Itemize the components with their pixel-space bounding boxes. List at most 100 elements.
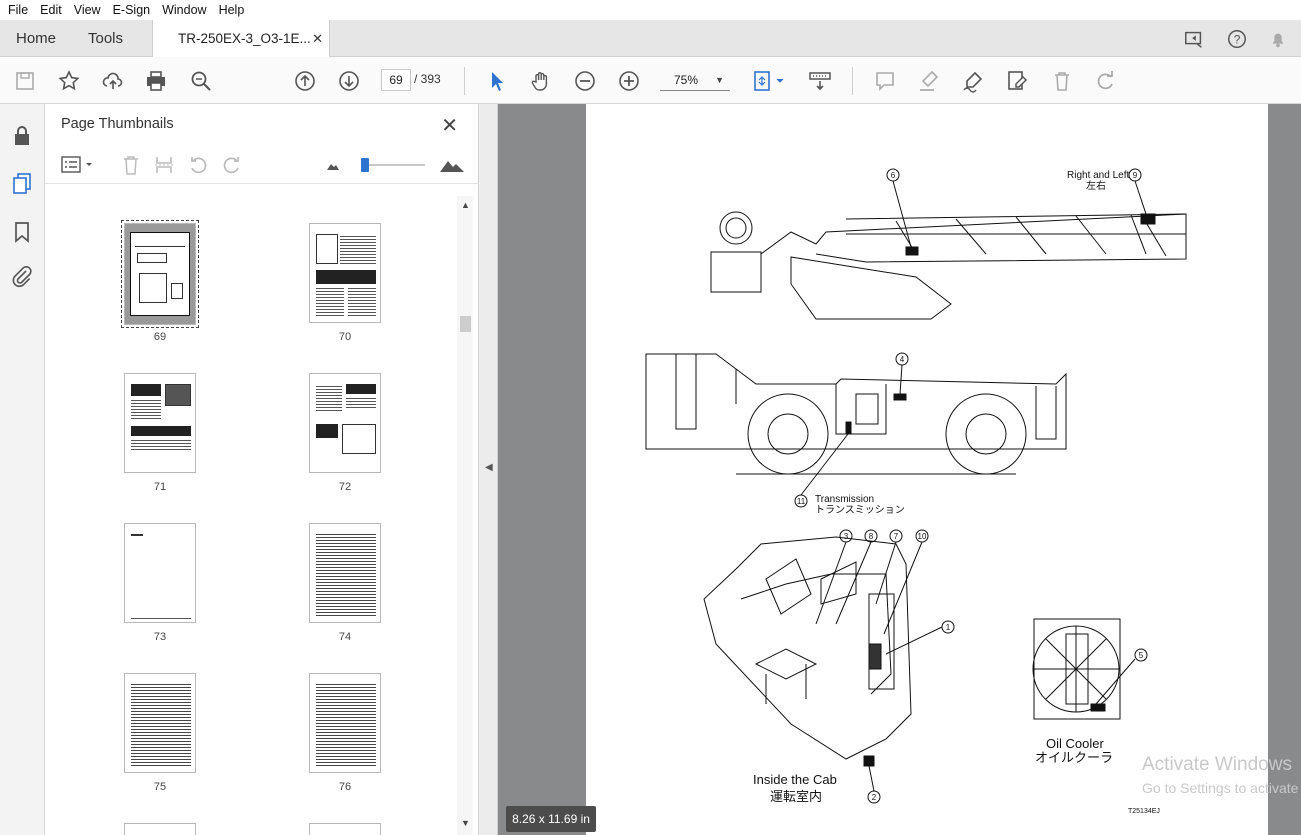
collapse-panel-icon[interactable]: ◀ xyxy=(485,462,493,473)
thumbnail-page-75[interactable] xyxy=(124,673,196,773)
callout-6: 6 xyxy=(891,171,896,180)
fit-page-icon[interactable] xyxy=(752,69,786,93)
save-icon[interactable] xyxy=(13,69,37,93)
main-toolbar: 69 / 393 75% ▼ xyxy=(0,57,1301,104)
callout-2: 2 xyxy=(872,793,877,802)
upload-icon[interactable] xyxy=(101,69,125,93)
callout-5: 5 xyxy=(1139,651,1144,660)
thumbnail-page-73[interactable] xyxy=(124,523,196,623)
large-mountain-icon[interactable] xyxy=(439,154,465,176)
thumbnail-page-72[interactable] xyxy=(309,373,381,473)
print-icon[interactable] xyxy=(144,69,168,93)
callout-3: 3 xyxy=(844,532,849,541)
callout-9: 9 xyxy=(1133,171,1138,180)
rear-wheel xyxy=(945,393,1027,475)
menu-bar: File Edit View E-Sign Window Help xyxy=(0,0,1301,20)
extract-page-icon[interactable] xyxy=(153,154,175,176)
slider-thumb[interactable] xyxy=(361,158,369,172)
label-cab: Inside the Cab xyxy=(753,772,837,787)
page-number-input[interactable]: 69 xyxy=(381,69,411,91)
tab-home[interactable]: Home xyxy=(16,30,56,47)
thumbnail-page-78[interactable] xyxy=(309,823,381,835)
label-cab-jp: 運転室内 xyxy=(770,789,823,804)
rotate-right-icon[interactable] xyxy=(221,154,243,176)
thumbnail-page-77[interactable] xyxy=(124,823,196,835)
thumbnail-page-69[interactable] xyxy=(121,220,199,328)
front-wheel xyxy=(747,393,829,475)
panel-splitter[interactable]: ◀ xyxy=(480,104,498,835)
menu-help[interactable]: Help xyxy=(213,3,251,17)
close-panel-icon[interactable]: ✕ xyxy=(441,113,458,138)
next-page-icon[interactable] xyxy=(337,69,361,93)
small-mountain-icon[interactable] xyxy=(325,154,341,176)
figure-code: T25134EJ xyxy=(1128,808,1160,815)
select-cursor-icon[interactable] xyxy=(485,69,509,93)
label-oil-cooler: Oil Cooler xyxy=(1046,736,1104,751)
redo-icon[interactable] xyxy=(1093,69,1117,93)
thumbnails-panel: Page Thumbnails ✕ 69 70 71 72 73 74 75 7… xyxy=(45,104,479,835)
scrollbar-thumb[interactable] xyxy=(460,316,471,332)
tab-document[interactable]: TR-250EX-3_O3-1E... ✕ xyxy=(152,20,330,57)
delete-page-icon[interactable] xyxy=(120,154,142,176)
comment-icon[interactable] xyxy=(873,69,897,93)
label-transmission-jp: トランスミッション xyxy=(815,505,905,516)
left-rail xyxy=(0,104,45,835)
panel-toolbar xyxy=(45,144,479,184)
thumbnail-options-icon[interactable] xyxy=(61,154,95,176)
menu-file[interactable]: File xyxy=(2,3,34,17)
activation-watermark-title: Activate Windows xyxy=(1142,754,1292,775)
delete-icon[interactable] xyxy=(1050,69,1074,93)
page-size-badge: 8.26 x 11.69 in xyxy=(506,806,596,832)
thumbnail-scrollbar[interactable]: ▲ ▼ xyxy=(457,196,473,835)
help-icon[interactable]: ? xyxy=(1226,28,1248,50)
page-total: / 393 xyxy=(414,72,441,86)
rotate-left-icon[interactable] xyxy=(187,154,209,176)
scroll-down-icon[interactable]: ▼ xyxy=(461,818,470,828)
menu-esign[interactable]: E-Sign xyxy=(107,3,157,17)
hand-icon[interactable] xyxy=(529,69,553,93)
menu-window[interactable]: Window xyxy=(156,3,212,17)
lock-icon[interactable] xyxy=(10,124,34,148)
menu-edit[interactable]: Edit xyxy=(34,3,68,17)
notification-bell-icon[interactable] xyxy=(1267,28,1289,50)
boom-base xyxy=(710,251,762,293)
bookmark-star-icon[interactable] xyxy=(57,69,81,93)
previous-page-icon[interactable] xyxy=(293,69,317,93)
label-transmission: Transmission xyxy=(815,494,875,505)
decal-location-diagram: 6 9 4 11 3 8 7 10 1 2 5 xyxy=(645,168,1187,804)
thumbnail-label: 76 xyxy=(338,781,352,793)
sign-icon[interactable] xyxy=(961,69,985,93)
share-screen-icon[interactable] xyxy=(1183,28,1205,50)
label-oil-cooler-jp: オイルクーラ xyxy=(1035,750,1114,765)
zoom-level-value: 75% xyxy=(674,73,699,87)
zoom-level-select[interactable]: 75% ▼ xyxy=(660,69,730,91)
thumbnail-label: 73 xyxy=(153,631,167,643)
thumbnail-label: 69 xyxy=(153,331,167,343)
thumbnail-page-76[interactable] xyxy=(309,673,381,773)
page-thumbnails-icon[interactable] xyxy=(10,171,34,195)
callout-7: 7 xyxy=(894,532,899,541)
tab-tools[interactable]: Tools xyxy=(88,30,123,47)
close-tab-icon[interactable]: ✕ xyxy=(312,31,323,47)
attachment-icon[interactable] xyxy=(10,264,34,288)
thumbnail-page-74[interactable] xyxy=(309,523,381,623)
label-right-left-jp: 左右 xyxy=(1086,181,1106,192)
document-viewer[interactable]: 6 9 4 11 3 8 7 10 1 2 5 Right and Left 左… xyxy=(498,104,1301,835)
callout-1: 1 xyxy=(946,623,951,632)
zoom-out-icon[interactable] xyxy=(573,69,597,93)
callout-10: 10 xyxy=(918,532,927,541)
bookmark-icon[interactable] xyxy=(10,220,34,244)
highlight-icon[interactable] xyxy=(917,69,941,93)
scroll-mode-icon[interactable] xyxy=(808,69,832,93)
boom-cradle xyxy=(790,256,952,320)
callout-11: 11 xyxy=(797,497,806,506)
scroll-up-icon[interactable]: ▲ xyxy=(461,200,470,210)
menu-view[interactable]: View xyxy=(68,3,107,17)
thumbnail-label: 70 xyxy=(338,331,352,343)
thumbnail-page-70[interactable] xyxy=(309,223,381,323)
zoom-search-icon[interactable] xyxy=(189,69,213,93)
thumbnail-page-71[interactable] xyxy=(124,373,196,473)
fill-sign-icon[interactable] xyxy=(1005,69,1029,93)
zoom-in-icon[interactable] xyxy=(617,69,641,93)
thumbnail-size-slider[interactable] xyxy=(363,164,425,166)
